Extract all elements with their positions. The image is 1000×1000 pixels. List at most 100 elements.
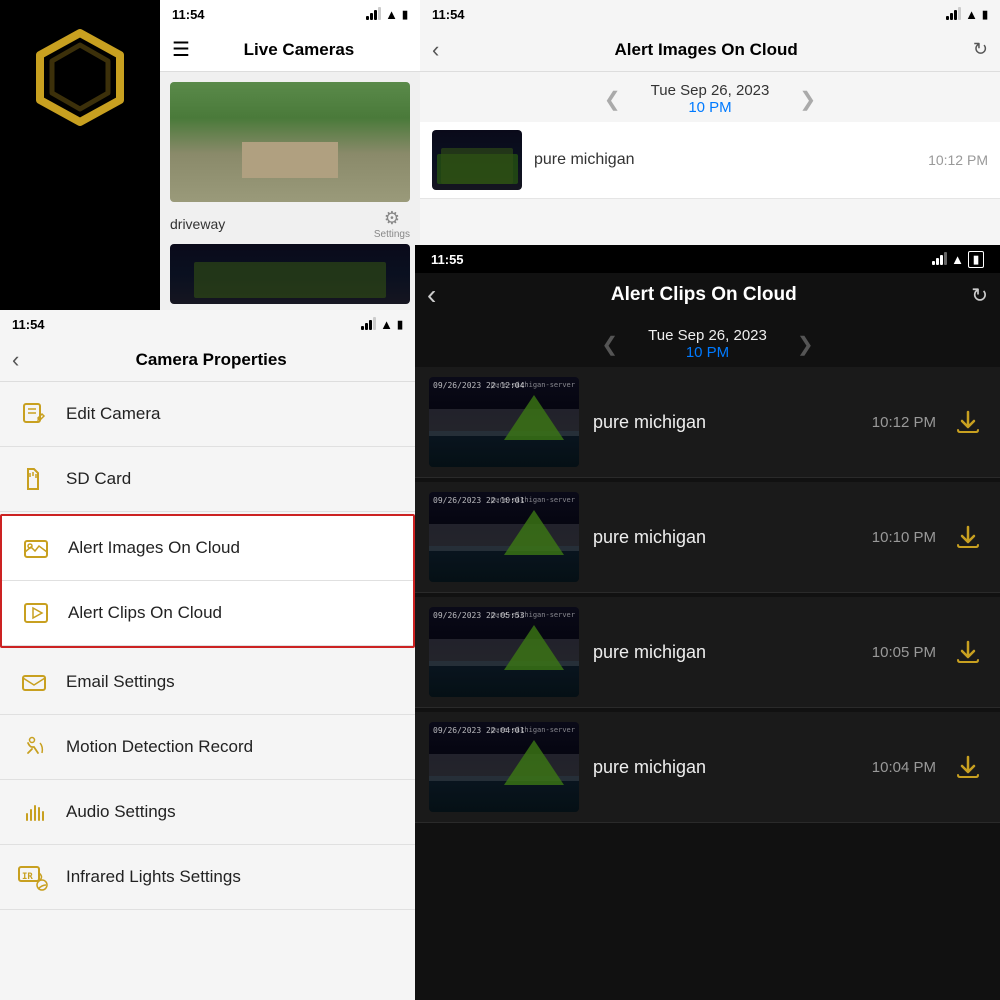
panel-alert-clips: 11:55 ▲ ▮ ‹ Alert Clips On Cloud ↻ ❮ Tue… — [415, 245, 1000, 1000]
back-button-alert-clips[interactable]: ‹ — [427, 279, 436, 311]
panel-alert-images: 11:54 ▲ ▮ ‹ Alert Images On Cloud ↻ ❮ Tu… — [420, 0, 1000, 250]
panel-live-cameras: 11:54 ▲ ▮ ☰ Live Cameras driveway ⚙ Sett… — [160, 0, 420, 320]
camera-properties-menu: Edit Camera SD Card — [0, 382, 415, 1000]
prev-date-button[interactable]: ❮ — [594, 87, 631, 112]
clip-camera-name-2: pure michigan — [593, 527, 706, 548]
alert-images-list: pure michigan 10:12 PM — [420, 122, 1000, 199]
menu-item-motion-detection[interactable]: Motion Detection Record — [0, 715, 415, 780]
clip-item-3[interactable]: 09/26/2023 22:05:53 pure-michigan-server… — [415, 597, 1000, 708]
wifi-icon-3: ▲ — [380, 317, 393, 332]
email-settings-icon — [16, 664, 52, 700]
next-date-clips-button[interactable]: ❯ — [787, 332, 824, 357]
menu-item-alert-clips[interactable]: Alert Clips On Cloud — [2, 581, 413, 646]
alert-images-date: Tue Sep 26, 2023 — [651, 82, 770, 99]
camera-list: driveway ⚙ Settings — [160, 72, 420, 320]
panel-camera-properties: 11:54 ▲ ▮ ‹ Camera Properties — [0, 310, 415, 1000]
alert-clips-nav-bar: ‹ Alert Clips On Cloud ↻ — [415, 273, 1000, 317]
highlighted-menu-group: Alert Images On Cloud Alert Clips On Clo… — [0, 514, 415, 648]
clip-time-2: 10:10 PM — [872, 529, 936, 546]
alert-image-time: 10:12 PM — [928, 152, 988, 168]
audio-settings-icon — [16, 794, 52, 830]
next-date-button[interactable]: ❯ — [789, 87, 826, 112]
alert-image-item[interactable]: pure michigan 10:12 PM — [420, 122, 1000, 199]
camera-thumb-driveway[interactable] — [170, 82, 410, 202]
menu-item-edit-camera[interactable]: Edit Camera — [0, 382, 415, 447]
sd-card-label: SD Card — [66, 469, 131, 489]
clip-camera-name-4: pure michigan — [593, 757, 706, 778]
refresh-button-alert-images[interactable]: ↻ — [973, 39, 988, 60]
hamburger-button[interactable]: ☰ — [172, 37, 190, 62]
sd-card-icon — [16, 461, 52, 497]
infrared-lights-icon: IR — [16, 859, 52, 895]
alert-images-menu-label: Alert Images On Cloud — [68, 538, 240, 558]
camera-label-driveway: driveway ⚙ Settings — [170, 208, 410, 240]
alert-clips-time-period: 10 PM — [648, 344, 767, 361]
clip-item-4[interactable]: 09/26/2023 22:04:01 pure-michigan-server… — [415, 712, 1000, 823]
battery-icon-4: ▮ — [968, 251, 984, 268]
motion-detection-icon — [16, 729, 52, 765]
camera-props-status-bar: 11:54 ▲ ▮ — [0, 310, 415, 338]
app-logo — [10, 10, 150, 150]
clip-thumb-1: 09/26/2023 22:12:04 pure-michigan-server — [429, 377, 579, 467]
clip-camera-name-1: pure michigan — [593, 412, 706, 433]
alert-clips-status-bar: 11:55 ▲ ▮ — [415, 245, 1000, 273]
clip-thumb-3: 09/26/2023 22:05:53 pure-michigan-server — [429, 607, 579, 697]
alert-clips-menu-label: Alert Clips On Cloud — [68, 603, 222, 623]
back-button-camera-props[interactable]: ‹ — [12, 347, 19, 373]
clip-item-1[interactable]: 09/26/2023 22:12:04 pure-michigan-server… — [415, 367, 1000, 478]
camera-thumb-night[interactable] — [170, 244, 410, 304]
svg-text:IR: IR — [22, 872, 33, 882]
clip-time-1: 10:12 PM — [872, 414, 936, 431]
download-button-1[interactable] — [950, 404, 986, 440]
clip-time-4: 10:04 PM — [872, 759, 936, 776]
clip-thumb-4: 09/26/2023 22:04:01 pure-michigan-server — [429, 722, 579, 812]
alert-clips-title: Alert Clips On Cloud — [436, 284, 971, 306]
signal-icon-3 — [361, 318, 376, 330]
settings-button-driveway[interactable]: ⚙ Settings — [374, 208, 410, 240]
email-settings-label: Email Settings — [66, 672, 175, 692]
camera-props-time: 11:54 — [12, 317, 45, 332]
battery-icon-2: ▮ — [982, 8, 988, 21]
alert-images-time: 11:54 — [432, 7, 465, 22]
live-cameras-status-bar: 11:54 ▲ ▮ — [160, 0, 420, 28]
motion-detection-label: Motion Detection Record — [66, 737, 253, 757]
gear-icon: ⚙ — [384, 208, 400, 229]
camera-name-driveway: driveway — [170, 216, 225, 232]
menu-item-infrared-lights[interactable]: IR Infrared Lights Settings — [0, 845, 415, 910]
download-button-3[interactable] — [950, 634, 986, 670]
signal-icon — [366, 8, 381, 20]
live-cameras-title: Live Cameras — [190, 40, 408, 60]
prev-date-clips-button[interactable]: ❮ — [591, 332, 628, 357]
edit-camera-label: Edit Camera — [66, 404, 160, 424]
camera-props-nav-bar: ‹ Camera Properties — [0, 338, 415, 382]
alert-clips-date: Tue Sep 26, 2023 — [648, 327, 767, 344]
download-button-2[interactable] — [950, 519, 986, 555]
alert-clips-icon — [18, 595, 54, 631]
settings-label: Settings — [374, 229, 410, 240]
menu-item-sd-card[interactable]: SD Card — [0, 447, 415, 512]
infrared-lights-label: Infrared Lights Settings — [66, 867, 241, 887]
clip-item-2[interactable]: 09/26/2023 22:10:01 pure-michigan-server… — [415, 482, 1000, 593]
clip-camera-name-3: pure michigan — [593, 642, 706, 663]
clips-list: 09/26/2023 22:12:04 pure-michigan-server… — [415, 367, 1000, 1000]
menu-item-alert-images[interactable]: Alert Images On Cloud — [2, 516, 413, 581]
live-cameras-time: 11:54 — [172, 7, 205, 22]
wifi-icon-2: ▲ — [965, 7, 978, 22]
camera-props-title: Camera Properties — [19, 350, 403, 370]
battery-icon: ▮ — [402, 8, 408, 21]
edit-camera-icon — [16, 396, 52, 432]
alert-images-date-nav: ❮ Tue Sep 26, 2023 10 PM ❯ — [420, 72, 1000, 122]
battery-icon-3: ▮ — [397, 318, 403, 331]
alert-image-thumb — [432, 130, 522, 190]
back-button-alert-images[interactable]: ‹ — [432, 37, 439, 63]
refresh-button-alert-clips[interactable]: ↻ — [971, 283, 988, 308]
alert-clips-date-nav: ❮ Tue Sep 26, 2023 10 PM ❯ — [415, 317, 1000, 367]
wifi-icon: ▲ — [385, 7, 398, 22]
download-button-4[interactable] — [950, 749, 986, 785]
alert-images-nav-bar: ‹ Alert Images On Cloud ↻ — [420, 28, 1000, 72]
menu-item-email-settings[interactable]: Email Settings — [0, 650, 415, 715]
menu-item-audio-settings[interactable]: Audio Settings — [0, 780, 415, 845]
signal-icon-2 — [946, 8, 961, 20]
alert-images-time-period: 10 PM — [651, 99, 770, 116]
clip-thumb-2: 09/26/2023 22:10:01 pure-michigan-server — [429, 492, 579, 582]
